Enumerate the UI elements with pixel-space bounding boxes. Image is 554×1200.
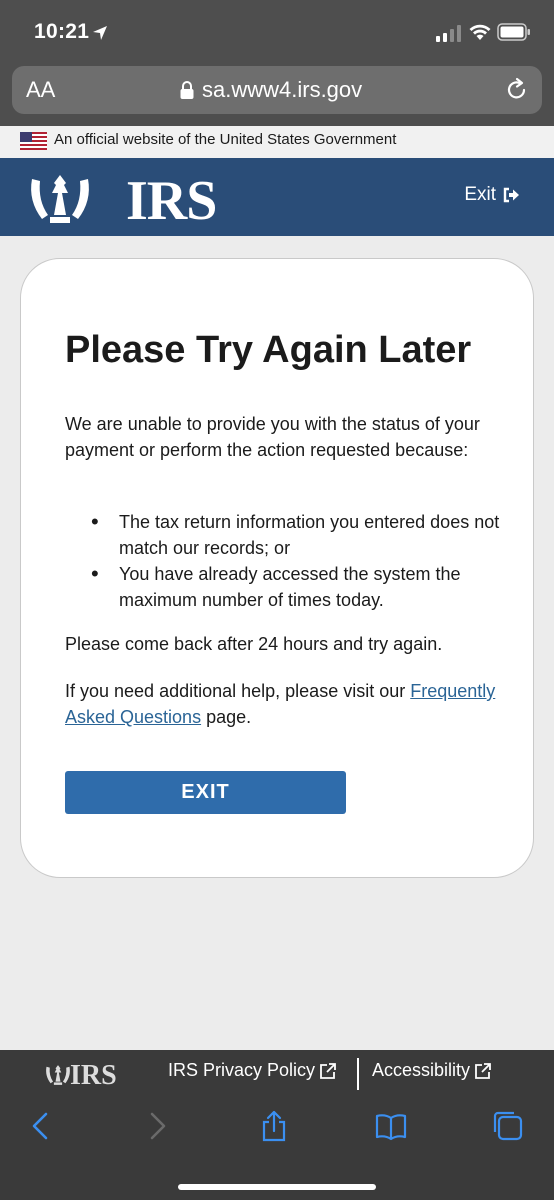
sign-out-icon — [503, 187, 519, 203]
list-item: You have already accessed the system the… — [91, 561, 505, 613]
page-title: Please Try Again Later — [65, 329, 472, 371]
come-back-text: Please come back after 24 hours and try … — [65, 634, 443, 654]
browser-toolbar — [0, 1100, 554, 1200]
address-bar[interactable]: AA sa.www4.irs.gov — [12, 66, 542, 114]
list-item: The tax return information you entered d… — [91, 509, 505, 561]
site-footer: IRS IRS Privacy Policy Accessibility — [0, 1050, 554, 1100]
gov-banner: An official website of the United States… — [0, 126, 554, 158]
irs-eagle-icon — [46, 1065, 70, 1085]
lock-icon — [180, 81, 194, 99]
irs-logo-text: IRS — [126, 170, 217, 232]
site-header: IRS Exit — [0, 158, 554, 236]
status-bar: 10:21 — [0, 0, 554, 64]
footer-divider — [357, 1058, 359, 1090]
help-suffix: page. — [201, 707, 252, 727]
battery-icon — [497, 23, 530, 41]
location-arrow-icon — [93, 26, 107, 40]
bookmarks-icon[interactable] — [375, 1110, 407, 1142]
reload-icon[interactable] — [504, 77, 530, 103]
browser-address-area: AA sa.www4.irs.gov — [0, 64, 554, 126]
header-exit-label: Exit — [464, 184, 496, 205]
url-text: sa.www4.irs.gov — [202, 77, 363, 102]
reader-options-button[interactable]: AA — [26, 77, 55, 103]
back-icon[interactable] — [26, 1110, 58, 1142]
share-icon[interactable] — [258, 1110, 290, 1142]
help-text: If you need additional help, please visi… — [65, 678, 505, 730]
help-prefix: If you need additional help, please visi… — [65, 681, 411, 701]
external-link-icon — [320, 1062, 336, 1079]
forward-icon[interactable] — [140, 1110, 172, 1142]
error-card: Please Try Again Later We are unable to … — [20, 258, 534, 878]
external-link-icon — [475, 1062, 491, 1079]
privacy-policy-link[interactable]: IRS Privacy Policy — [168, 1060, 337, 1081]
status-time: 10:21 — [34, 20, 90, 43]
header-exit-link[interactable]: Exit — [464, 184, 520, 206]
cellular-signal-icon — [436, 25, 461, 42]
tabs-icon[interactable] — [492, 1110, 524, 1142]
wifi-icon — [469, 24, 491, 40]
intro-text: We are unable to provide you with the st… — [65, 414, 480, 460]
home-indicator — [178, 1184, 376, 1190]
footer-logo-text: IRS — [70, 1060, 117, 1091]
us-flag-icon — [20, 132, 47, 150]
irs-eagle-icon — [31, 175, 89, 223]
footer-irs-logo[interactable]: IRS — [44, 1058, 124, 1092]
accessibility-label: Accessibility — [372, 1060, 471, 1080]
irs-logo[interactable]: IRS — [26, 167, 217, 232]
gov-banner-text: An official website of the United States… — [54, 131, 397, 148]
privacy-policy-label: IRS Privacy Policy — [168, 1060, 316, 1080]
reason-list: The tax return information you entered d… — [91, 509, 505, 613]
exit-button[interactable]: EXIT — [65, 771, 346, 814]
accessibility-link[interactable]: Accessibility — [372, 1060, 492, 1081]
